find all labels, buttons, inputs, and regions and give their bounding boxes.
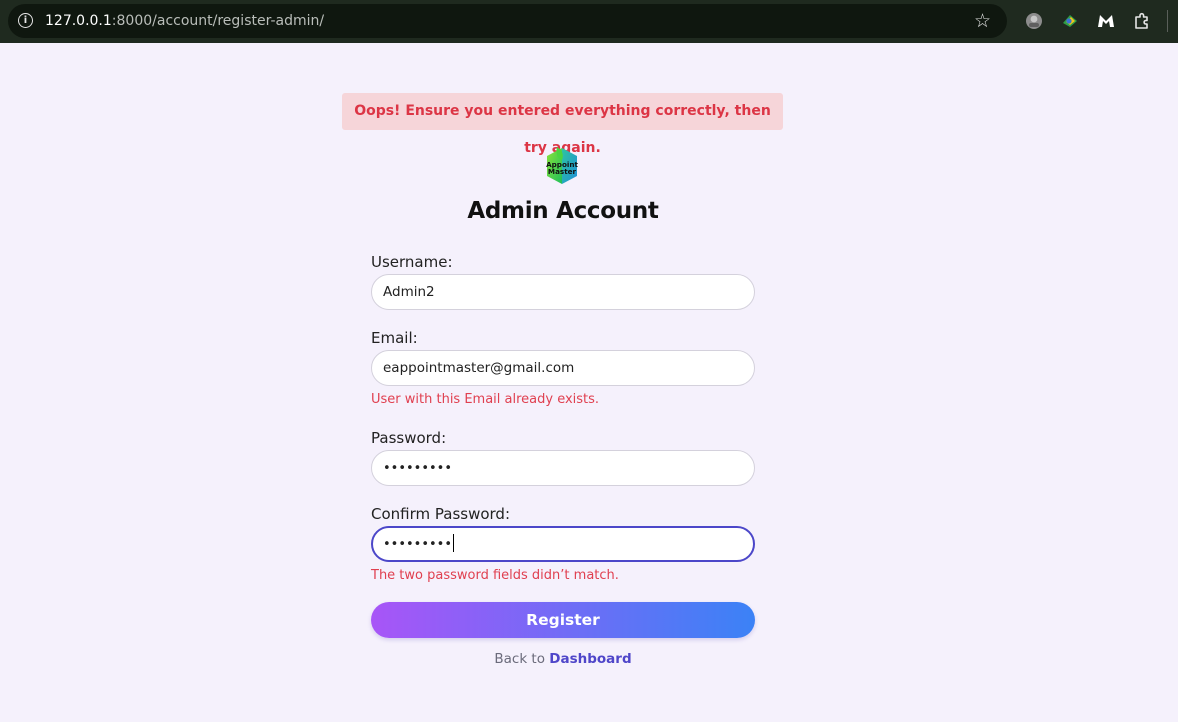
- confirm-password-masked-value: •••••••••: [383, 537, 453, 552]
- username-label: Username:: [371, 253, 453, 271]
- back-text: Back to: [494, 651, 545, 667]
- register-button[interactable]: Register: [371, 602, 755, 638]
- appointmaster-logo: Appoint Master: [546, 147, 578, 184]
- url-text[interactable]: 127.0.0.1:8000/account/register-admin/: [45, 4, 324, 38]
- malwarebytes-extension-icon[interactable]: [1096, 11, 1116, 31]
- password-label: Password:: [371, 429, 447, 447]
- email-error: User with this Email already exists.: [371, 392, 600, 407]
- text-caret: [453, 534, 455, 552]
- password-input[interactable]: •••••••••: [371, 450, 755, 486]
- email-label: Email:: [371, 329, 418, 347]
- back-to-dashboard: Back to Dashboard: [371, 651, 755, 667]
- site-info-icon[interactable]: i: [18, 13, 33, 28]
- error-alert: Oops! Ensure you entered everything corr…: [342, 93, 783, 156]
- email-input[interactable]: eappointmaster@gmail.com: [371, 350, 755, 386]
- page-title: Admin Account: [467, 198, 659, 224]
- username-value: Admin2: [383, 284, 435, 300]
- toolbar-divider: [1167, 10, 1168, 32]
- logo-text-master: Master: [548, 167, 577, 176]
- url-host: 127.0.0.1: [45, 13, 112, 29]
- bookmark-star-icon[interactable]: ☆: [974, 4, 991, 38]
- dashboard-link[interactable]: Dashboard: [549, 651, 631, 667]
- confirm-password-input[interactable]: •••••••••: [371, 526, 755, 562]
- extensions-puzzle-icon[interactable]: [1132, 11, 1152, 31]
- username-input[interactable]: Admin2: [371, 274, 755, 310]
- confirm-password-label: Confirm Password:: [371, 505, 511, 523]
- password-masked-value: •••••••••: [383, 461, 453, 476]
- url-path: :8000/account/register-admin/: [111, 13, 325, 29]
- address-bar[interactable]: i 127.0.0.1:8000/account/register-admin/…: [8, 4, 1007, 38]
- confirm-password-error: The two password fields didn’t match.: [371, 568, 619, 583]
- browser-toolbar: i 127.0.0.1:8000/account/register-admin/…: [0, 0, 1178, 43]
- colorful-extension-icon[interactable]: [1060, 11, 1080, 31]
- profile-extension-icon[interactable]: [1024, 11, 1044, 31]
- email-value: eappointmaster@gmail.com: [383, 360, 575, 376]
